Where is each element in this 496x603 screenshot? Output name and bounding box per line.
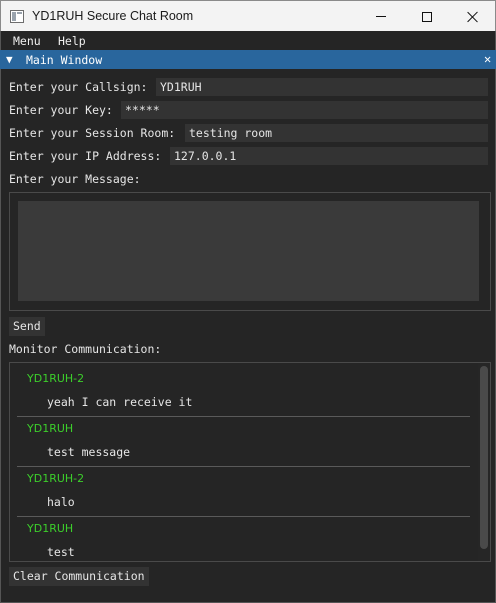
key-input[interactable]: ***** — [121, 101, 488, 119]
message-sender: YD1RUH — [27, 522, 74, 535]
session-room-input[interactable]: testing room — [185, 124, 488, 142]
window-titlebar: YD1RUH Secure Chat Room — [0, 0, 496, 31]
close-window-button[interactable] — [450, 1, 496, 32]
triangle-down-icon[interactable]: ▼ — [6, 53, 13, 66]
list-item: YD1RUH-2 halo — [10, 463, 470, 517]
scrollbar[interactable] — [478, 363, 490, 561]
message-sender: YD1RUH-2 — [27, 472, 85, 485]
close-icon — [467, 11, 479, 23]
scrollbar-thumb[interactable] — [480, 366, 488, 549]
minimize-button[interactable] — [358, 1, 404, 32]
minimize-icon — [376, 16, 386, 17]
monitor-label: Monitor Communication: — [9, 342, 162, 356]
list-item: YD1RUH-2 yeah I can receive it — [10, 363, 470, 417]
list-item: YD1RUH test message — [10, 413, 470, 467]
message-text: yeah I can receive it — [47, 395, 193, 409]
session-room-label: Enter your Session Room: — [9, 126, 176, 140]
ip-address-input[interactable]: 127.0.0.1 — [170, 147, 488, 165]
menu-bar: Menu Help — [0, 31, 496, 50]
message-sender: YD1RUH-2 — [27, 372, 85, 385]
window-title: YD1RUH Secure Chat Room — [32, 9, 194, 23]
monitor-log[interactable]: YD1RUH-2 yeah I can receive it YD1RUH te… — [9, 362, 491, 562]
callsign-label: Enter your Callsign: — [9, 80, 148, 94]
menu-item-menu[interactable]: Menu — [13, 34, 41, 48]
list-item: YD1RUH test — [10, 513, 470, 561]
close-icon[interactable]: ✕ — [484, 52, 491, 66]
clear-communication-button[interactable]: Clear Communication — [9, 567, 149, 586]
ip-address-label: Enter your IP Address: — [9, 149, 162, 163]
main-window-title: Main Window — [26, 53, 103, 67]
main-window-header[interactable]: ▼ Main Window ✕ — [0, 50, 496, 69]
message-text: halo — [47, 495, 75, 509]
message-input[interactable] — [18, 201, 479, 301]
send-button[interactable]: Send — [9, 317, 45, 336]
message-text: test message — [47, 445, 131, 459]
message-label: Enter your Message: — [9, 172, 141, 186]
callsign-input[interactable]: YD1RUH — [156, 78, 488, 96]
maximize-icon — [422, 11, 432, 22]
chat-app-icon — [10, 10, 24, 23]
message-text: test — [47, 545, 75, 559]
maximize-button[interactable] — [404, 1, 450, 32]
message-frame — [9, 192, 491, 311]
key-label: Enter your Key: — [9, 103, 113, 117]
message-sender: YD1RUH — [27, 422, 74, 435]
menu-item-help[interactable]: Help — [58, 34, 86, 48]
